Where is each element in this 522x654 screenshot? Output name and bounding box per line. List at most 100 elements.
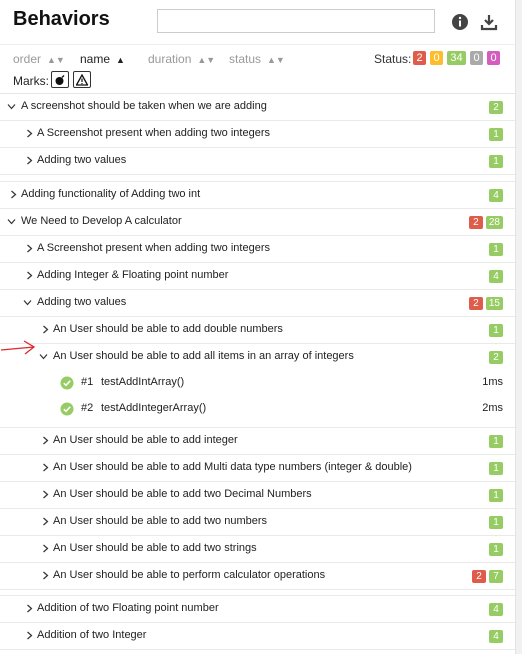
tree-group-row[interactable]: We Need to Develop A calculator 2 28 (0, 209, 516, 236)
test-case-duration: 1ms (482, 376, 503, 388)
passed-count-badge: 1 (489, 489, 503, 502)
chevron-right-icon (27, 156, 33, 165)
download-icon[interactable] (479, 12, 499, 32)
scrollbar[interactable] (515, 0, 522, 654)
passed-count-badge: 2 (489, 101, 503, 114)
tree-group-row[interactable]: Adding functionality of Adding two int 4 (0, 182, 516, 209)
status-badges: 1 (489, 543, 503, 556)
status-badges: 2 28 (468, 216, 503, 229)
chevron-right-icon (11, 190, 17, 199)
tree-group-row[interactable]: An User should be able to add integer 1 (0, 428, 516, 455)
test-case-row[interactable]: #2 testAddIntegerArray() 2ms (0, 396, 516, 422)
status-badges: 1 (489, 462, 503, 475)
tree-group-row[interactable]: Adding Integer & Floating point number 4 (0, 263, 516, 290)
warning-icon[interactable] (73, 71, 91, 88)
chevron-right-icon (27, 604, 33, 613)
passed-count-badge: 4 (489, 603, 503, 616)
passed-count-badge: 15 (485, 297, 503, 310)
status-skipped-toggle[interactable]: 0 (470, 51, 483, 65)
status-badges: 1 (489, 435, 503, 448)
tree-node-label: Adding Integer & Floating point number (37, 269, 229, 281)
passed-count-badge: 1 (489, 128, 503, 141)
page-title: Behaviors (13, 8, 110, 30)
tree-group-row[interactable]: An User should be able to add two string… (0, 536, 516, 563)
group-spacer (0, 175, 516, 182)
tree-node-label: An User should be able to add double num… (53, 323, 283, 335)
passed-count-badge: 1 (489, 435, 503, 448)
sort-name-label: name (80, 52, 111, 66)
marks-bar: Marks: (0, 71, 516, 93)
status-badges: 1 (489, 128, 503, 141)
red-arrow-annotation (0, 340, 36, 355)
passed-count-badge: 4 (489, 270, 503, 283)
status-badges: 1 (489, 489, 503, 502)
tree-group-row[interactable]: An User should be able to add double num… (0, 317, 516, 344)
tree-node-label: Adding two values (37, 296, 127, 308)
tree-group-row[interactable]: A Screenshot present when adding two int… (0, 121, 516, 148)
status-broken-toggle[interactable]: 0 (430, 51, 443, 65)
sort-name-button[interactable]: name ▲ (80, 52, 125, 66)
chevron-down-icon (7, 104, 16, 110)
tree-group-row[interactable]: An User should be able to add two Decima… (0, 482, 516, 509)
status-badges: 2 (489, 351, 503, 364)
chevron-right-icon (43, 436, 49, 445)
status-badges: 1 (489, 155, 503, 168)
tree-group-row[interactable]: An User should be able to add all items … (0, 344, 516, 370)
chevron-right-icon (43, 490, 49, 499)
sort-status-label: status (229, 52, 262, 66)
passed-count-badge: 1 (489, 516, 503, 529)
chevron-down-icon (7, 219, 16, 225)
status-unknown-toggle[interactable]: 0 (487, 51, 500, 65)
behaviors-panel: Behaviors order ▲▼ name ▲ duration ▲▼ statu… (0, 0, 516, 654)
status-badges: 2 (489, 101, 503, 114)
search-input[interactable] (157, 9, 435, 33)
sort-bar: order ▲▼ name ▲ duration ▲▼ status ▲▼ Status… (0, 44, 516, 71)
chevron-right-icon (43, 325, 49, 334)
test-case-number: #1 (81, 376, 94, 388)
failed-count-badge: 2 (468, 297, 483, 310)
status-passed-toggle[interactable]: 34 (447, 51, 466, 65)
sort-order-button[interactable]: order ▲▼ (13, 52, 65, 66)
tree-node-label: Addition of two Floating point number (37, 602, 219, 614)
test-case-number: #2 (81, 402, 94, 414)
tree-group-row[interactable]: Addition of two Integer 4 (0, 623, 516, 650)
tree-group-row[interactable]: A Screenshot present when adding two int… (0, 236, 516, 263)
passed-check-icon (60, 376, 74, 390)
test-case-row[interactable]: #1 testAddIntArray() 1ms (0, 370, 516, 396)
test-case-name: testAddIntegerArray() (101, 402, 207, 414)
tree-node-label: Addition of two Integer (37, 629, 147, 641)
tree-group-row[interactable]: Adding two values 1 (0, 148, 516, 175)
chevron-right-icon (27, 271, 33, 280)
bomb-icon[interactable] (51, 71, 69, 88)
tree-group-row[interactable]: Adding two values 2 15 (0, 290, 516, 317)
status-badges: 4 (489, 603, 503, 616)
passed-count-badge: 2 (489, 351, 503, 364)
test-case-duration: 2ms (482, 402, 503, 414)
chevron-down-icon (23, 300, 32, 306)
status-failed-toggle[interactable]: 2 (413, 51, 426, 65)
status-badges: 1 (489, 324, 503, 337)
status-badges: 4 (489, 270, 503, 283)
passed-count-badge: 1 (489, 462, 503, 475)
status-badges: 4 (489, 189, 503, 202)
sort-status-button[interactable]: status ▲▼ (229, 52, 285, 66)
status-filter-label: Status: (374, 52, 412, 66)
tree-group-row[interactable]: An User should be able to perform calcul… (0, 563, 516, 590)
tree-node-label: Adding two values (37, 154, 127, 166)
tree-group-row[interactable]: An User should be able to add Multi data… (0, 455, 516, 482)
chevron-right-icon (43, 571, 49, 580)
behaviors-tree: A screenshot should be taken when we are… (0, 93, 516, 650)
sort-duration-button[interactable]: duration ▲▼ (148, 52, 215, 66)
status-badges: 2 15 (468, 297, 503, 310)
chevron-down-icon (39, 354, 48, 360)
status-badges: 1 (489, 243, 503, 256)
tree-node-label: An User should be able to add two number… (53, 515, 268, 527)
tree-node-label: A screenshot should be taken when we are… (21, 100, 267, 112)
tree-group-row[interactable]: Addition of two Floating point number 4 (0, 596, 516, 623)
tree-group-row[interactable]: An User should be able to add two number… (0, 509, 516, 536)
info-icon[interactable] (450, 12, 470, 32)
tree-node-label: An User should be able to add two Decima… (53, 488, 312, 500)
tree-group-row[interactable]: A screenshot should be taken when we are… (0, 94, 516, 121)
sort-duration-label: duration (148, 52, 192, 66)
failed-count-badge: 2 (468, 216, 483, 229)
